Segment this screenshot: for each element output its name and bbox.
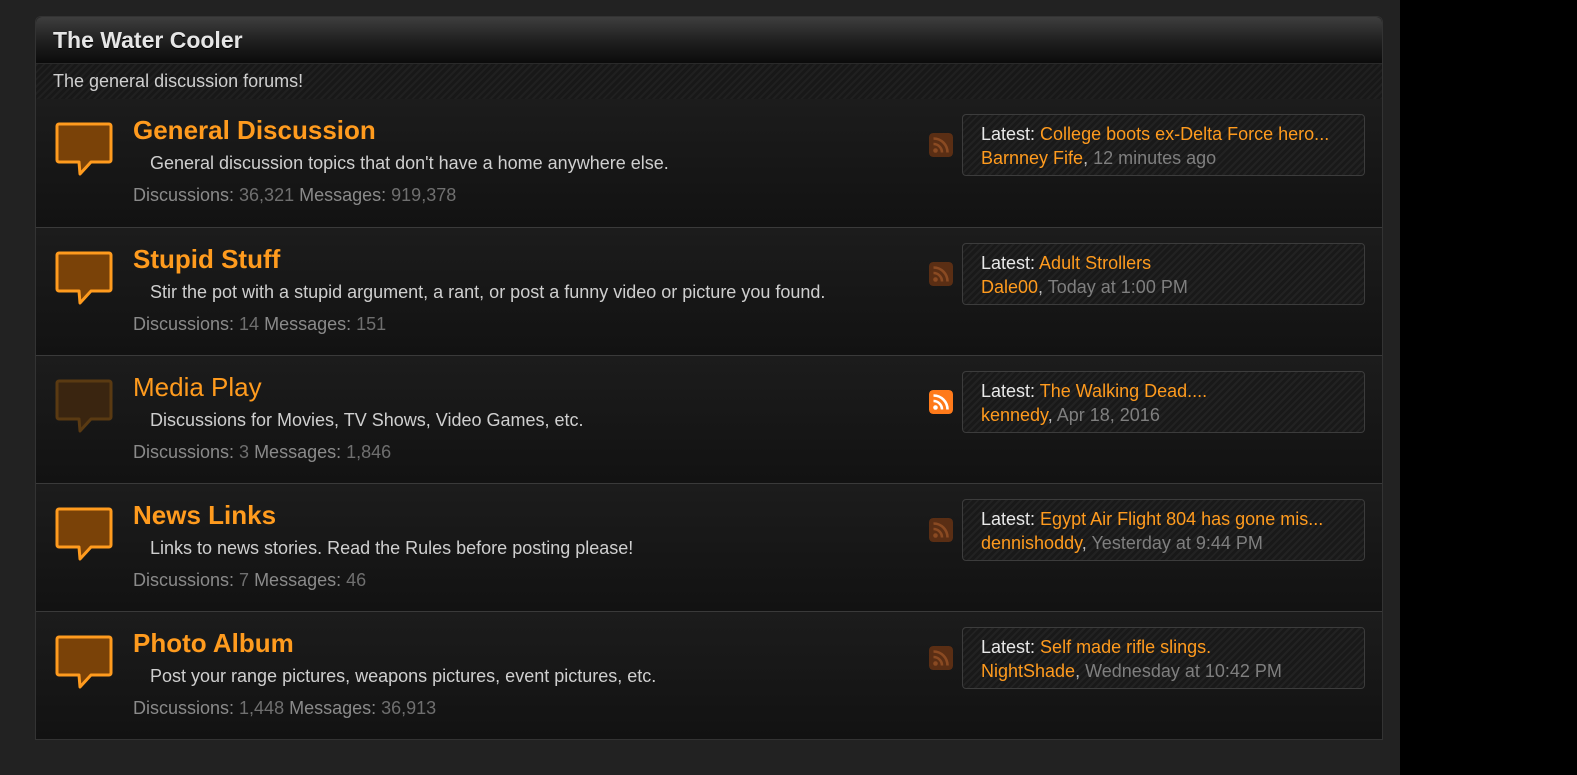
forum-node-list: General Discussion General discussion to… — [36, 99, 1382, 739]
latest-user-link[interactable]: kennedy — [981, 405, 1048, 425]
last-post-line: Latest: College boots ex-Delta Force her… — [981, 122, 1351, 146]
forum-description: General discussion topics that don't hav… — [150, 153, 669, 173]
latest-time[interactable]: Apr 18, 2016 — [1057, 405, 1160, 425]
last-post-line: Latest: Egypt Air Flight 804 has gone mi… — [981, 507, 1351, 531]
category-header: The Water Cooler — [36, 17, 1382, 63]
speech-bubble-icon — [55, 379, 113, 433]
messages-label: Messages: — [299, 185, 392, 205]
messages-label: Messages: — [254, 570, 347, 590]
last-post-meta: Dale00, Today at 1:00 PM — [981, 275, 1351, 299]
forum-description: Post your range pictures, weapons pictur… — [150, 666, 657, 686]
forum-title-link[interactable]: News Links — [133, 500, 276, 531]
messages-label: Messages: — [264, 314, 357, 334]
rss-feed-icon[interactable] — [929, 518, 953, 542]
forum-description: Discussions for Movies, TV Shows, Video … — [150, 410, 584, 430]
meta-separator: , — [1038, 277, 1044, 297]
messages-label: Messages: — [289, 698, 382, 718]
speech-bubble-icon — [55, 507, 113, 561]
last-post-meta: dennishoddy, Yesterday at 9:44 PM — [981, 531, 1351, 555]
latest-time[interactable]: Wednesday at 10:42 PM — [1085, 661, 1282, 681]
messages-count: 36,913 — [381, 698, 437, 718]
latest-thread-link[interactable]: The Walking Dead.... — [1040, 381, 1207, 401]
latest-thread-link[interactable]: Adult Strollers — [1039, 253, 1151, 273]
forum-stats: Discussions: 1,448 Messages: 36,913 — [133, 698, 436, 719]
last-post-meta: Barnney Fife, 12 minutes ago — [981, 146, 1351, 170]
meta-separator: , — [1083, 148, 1089, 168]
discussions-label: Discussions: — [133, 185, 240, 205]
speech-bubble-icon — [55, 635, 113, 689]
forum-node-4: Photo Album Post your range pictures, we… — [36, 611, 1382, 739]
forum-title-link[interactable]: General Discussion — [133, 115, 376, 146]
last-post-line: Latest: Adult Strollers — [981, 251, 1351, 275]
latest-label: Latest: — [981, 124, 1041, 144]
forum-description: Links to news stories. Read the Rules be… — [150, 538, 634, 558]
latest-label: Latest: — [981, 509, 1041, 529]
latest-user-link[interactable]: dennishoddy — [981, 533, 1082, 553]
discussions-label: Discussions: — [133, 442, 240, 462]
forum-node-3: News Links Links to news stories. Read t… — [36, 483, 1382, 611]
meta-separator: , — [1047, 405, 1053, 425]
messages-count: 919,378 — [391, 185, 457, 205]
forum-title-link[interactable]: Media Play — [133, 372, 262, 403]
messages-count: 1,846 — [346, 442, 392, 462]
last-post-line: Latest: The Walking Dead.... — [981, 379, 1351, 403]
forum-node-2: Media Play Discussions for Movies, TV Sh… — [36, 355, 1382, 483]
latest-time[interactable]: 12 minutes ago — [1093, 148, 1216, 168]
discussions-label: Discussions: — [133, 698, 240, 718]
forum-stats: Discussions: 14 Messages: 151 — [133, 314, 386, 335]
latest-thread-link[interactable]: College boots ex-Delta Force hero... — [1040, 124, 1329, 144]
discussions-count: 3 — [239, 442, 250, 462]
last-post-box: Latest: College boots ex-Delta Force her… — [962, 114, 1365, 176]
latest-label: Latest: — [981, 637, 1041, 657]
rss-feed-icon[interactable] — [929, 390, 953, 414]
messages-count: 46 — [346, 570, 367, 590]
discussions-label: Discussions: — [133, 570, 240, 590]
forum-stats: Discussions: 36,321 Messages: 919,378 — [133, 185, 456, 206]
messages-label: Messages: — [254, 442, 347, 462]
rss-feed-icon[interactable] — [929, 133, 953, 157]
rss-feed-icon[interactable] — [929, 262, 953, 286]
latest-thread-link[interactable]: Egypt Air Flight 804 has gone mis... — [1040, 509, 1323, 529]
last-post-box: Latest: Adult Strollers Dale00, Today at… — [962, 243, 1365, 305]
forum-description: Stir the pot with a stupid argument, a r… — [150, 282, 826, 302]
discussions-count: 36,321 — [239, 185, 295, 205]
latest-user-link[interactable]: Barnney Fife — [981, 148, 1083, 168]
last-post-meta: kennedy, Apr 18, 2016 — [981, 403, 1351, 427]
last-post-box: Latest: Egypt Air Flight 804 has gone mi… — [962, 499, 1365, 561]
latest-time[interactable]: Today at 1:00 PM — [1048, 277, 1188, 297]
last-post-box: Latest: The Walking Dead.... kennedy, Ap… — [962, 371, 1365, 433]
latest-user-link[interactable]: Dale00 — [981, 277, 1038, 297]
latest-label: Latest: — [981, 253, 1040, 273]
discussions-count: 14 — [239, 314, 260, 334]
last-post-line: Latest: Self made rifle slings. — [981, 635, 1351, 659]
discussions-label: Discussions: — [133, 314, 240, 334]
rss-feed-icon[interactable] — [929, 646, 953, 670]
last-post-meta: NightShade, Wednesday at 10:42 PM — [981, 659, 1351, 683]
speech-bubble-icon — [55, 251, 113, 305]
latest-user-link[interactable]: NightShade — [981, 661, 1075, 681]
forum-node-1: Stupid Stuff Stir the pot with a stupid … — [36, 227, 1382, 355]
latest-time[interactable]: Yesterday at 9:44 PM — [1091, 533, 1262, 553]
last-post-box: Latest: Self made rifle slings. NightSha… — [962, 627, 1365, 689]
category-title[interactable]: The Water Cooler — [53, 27, 243, 54]
latest-thread-link[interactable]: Self made rifle slings. — [1040, 637, 1211, 657]
forum-stats: Discussions: 3 Messages: 1,846 — [133, 442, 391, 463]
forum-title-link[interactable]: Stupid Stuff — [133, 244, 280, 275]
speech-bubble-icon — [55, 122, 113, 176]
meta-separator: , — [1075, 661, 1081, 681]
forum-stats: Discussions: 7 Messages: 46 — [133, 570, 366, 591]
messages-count: 151 — [356, 314, 387, 334]
forum-node-0: General Discussion General discussion to… — [36, 99, 1382, 227]
forum-title-link[interactable]: Photo Album — [133, 628, 294, 659]
page: The Water Cooler The general discussion … — [0, 0, 1400, 775]
latest-label: Latest: — [981, 381, 1040, 401]
meta-separator: , — [1081, 533, 1087, 553]
discussions-count: 1,448 — [239, 698, 285, 718]
discussions-count: 7 — [239, 570, 250, 590]
forum-category: The Water Cooler The general discussion … — [35, 16, 1383, 740]
category-description: The general discussion forums! — [36, 63, 1382, 99]
